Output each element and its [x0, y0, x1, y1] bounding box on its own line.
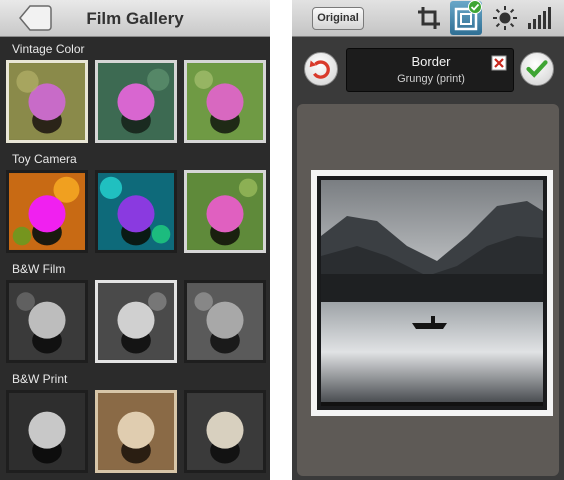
effect-selector[interactable]: Border Grungy (print) [346, 48, 514, 92]
thumbnail-bw-film-2[interactable] [95, 280, 177, 363]
checkmark-badge-icon [468, 0, 482, 14]
section-label-bw-print: B&W Print [12, 372, 68, 386]
section-label-bw-film: B&W Film [12, 262, 66, 276]
thumbnail-vintage-color-2[interactable] [95, 60, 177, 143]
thumbnail-bw-film-1[interactable] [6, 280, 88, 363]
edited-photo[interactable] [311, 170, 553, 416]
checkmark-icon [526, 60, 548, 78]
thumbnail-toy-camera-3[interactable] [184, 170, 266, 253]
thumbnail-toy-camera-1[interactable] [6, 170, 88, 253]
thumbnail-bw-print-1[interactable] [6, 390, 88, 473]
brightness-icon[interactable] [492, 5, 518, 31]
thumbnail-bw-print-2[interactable] [95, 390, 177, 473]
thumbnail-toy-camera-2[interactable] [95, 170, 177, 253]
levels-icon[interactable] [526, 5, 552, 31]
gallery-header: Film Gallery [0, 0, 270, 37]
thumbnail-bw-film-3[interactable] [184, 280, 266, 363]
gallery-title: Film Gallery [86, 9, 184, 28]
thumbnail-vintage-color-3[interactable] [184, 60, 266, 143]
crop-icon[interactable] [416, 5, 442, 31]
undo-icon [309, 60, 330, 79]
undo-button[interactable] [304, 52, 338, 86]
thumbnail-vintage-color-1[interactable] [6, 60, 88, 143]
section-label-vintage-color: Vintage Color [12, 42, 85, 56]
effect-toolbar: Border Grungy (print) [292, 38, 564, 100]
section-label-toy-camera: Toy Camera [12, 152, 77, 166]
photo-canvas [297, 104, 559, 476]
effect-name: Border [411, 54, 451, 69]
original-button[interactable]: Original [312, 7, 364, 30]
editor-top-bar: Original [292, 0, 564, 37]
photo-editor-screen: Original Border Grungy (print) [292, 0, 564, 480]
confirm-button[interactable] [520, 52, 554, 86]
effect-variant: Grungy (print) [397, 73, 465, 85]
film-gallery-screen: Film Gallery Vintage Color Toy Camera B&… [0, 0, 270, 480]
thumbnail-bw-print-3[interactable] [184, 390, 266, 473]
remove-effect-icon[interactable] [491, 55, 507, 71]
